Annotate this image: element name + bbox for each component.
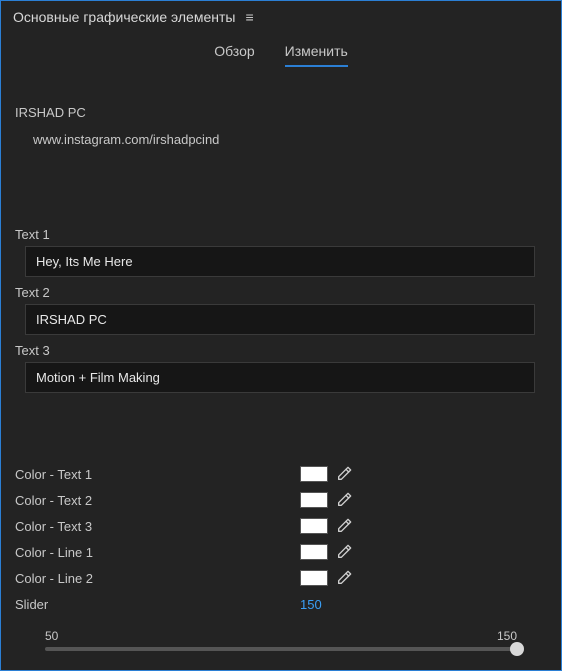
text-label-1: Text 1 [15,227,547,242]
text-input-1[interactable] [25,246,535,277]
panel-menu-icon[interactable]: ≡ [245,9,253,25]
color-label-4: Color - Line 1 [15,545,300,560]
text-input-2[interactable] [25,304,535,335]
color-row-4: Color - Line 1 [15,539,547,565]
color-swatch-4[interactable] [300,544,328,560]
color-swatch-5[interactable] [300,570,328,586]
color-swatch-1[interactable] [300,466,328,482]
slider-max: 150 [497,629,517,643]
eyedropper-icon[interactable] [336,544,352,560]
color-row-3: Color - Text 3 [15,513,547,539]
tab-edit[interactable]: Изменить [285,43,348,67]
slider-track[interactable] [45,647,517,651]
slider-min: 50 [45,629,58,643]
slider-label: Slider [15,597,300,612]
slider-value[interactable]: 150 [300,597,322,612]
color-row-1: Color - Text 1 [15,461,547,487]
color-label-3: Color - Text 3 [15,519,300,534]
panel-title: Основные графические элементы [13,9,235,25]
tab-review[interactable]: Обзор [214,43,254,67]
color-label-1: Color - Text 1 [15,467,300,482]
eyedropper-icon[interactable] [336,466,352,482]
color-row-5: Color - Line 2 [15,565,547,591]
text-label-3: Text 3 [15,343,547,358]
eyedropper-icon[interactable] [336,570,352,586]
color-swatch-2[interactable] [300,492,328,508]
color-label-5: Color - Line 2 [15,571,300,586]
layer-subtitle: www.instagram.com/irshadpcind [15,132,547,147]
eyedropper-icon[interactable] [336,492,352,508]
color-row-2: Color - Text 2 [15,487,547,513]
slider-thumb[interactable] [510,642,524,656]
color-label-2: Color - Text 2 [15,493,300,508]
text-label-2: Text 2 [15,285,547,300]
layer-title: IRSHAD PC [15,105,547,120]
text-input-3[interactable] [25,362,535,393]
color-swatch-3[interactable] [300,518,328,534]
eyedropper-icon[interactable] [336,518,352,534]
